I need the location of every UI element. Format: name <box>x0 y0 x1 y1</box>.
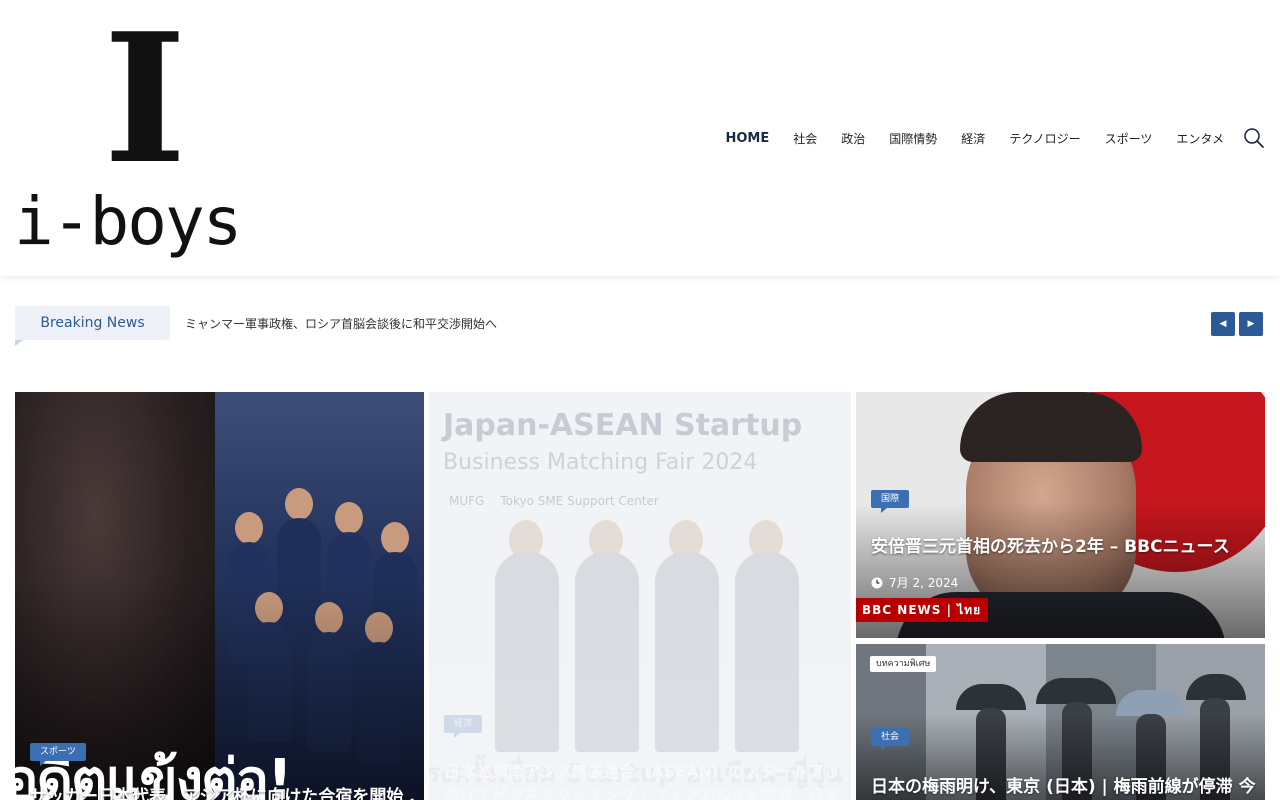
search-icon[interactable] <box>1242 126 1266 150</box>
nav-item-sports[interactable]: スポーツ <box>1105 130 1153 147</box>
card-title[interactable]: 日本の梅雨明け、東京 (日本) | 梅雨前線が停滞 今週はLINE <box>871 772 1256 797</box>
site-header: I i-boys HOME 社会 政治 国際情勢 経済 テクノロジー スポーツ … <box>0 0 1280 276</box>
nav-item-society[interactable]: 社会 <box>793 130 817 147</box>
featured-card-economy[interactable]: Japan-ASEAN Startup Business Matching Fa… <box>429 392 851 800</box>
site-logo[interactable]: I i-boys <box>14 0 274 264</box>
nav-item-technology[interactable]: テクノロジー <box>1009 130 1080 147</box>
nav-item-economy[interactable]: 経済 <box>961 130 985 147</box>
nav-item-world[interactable]: 国際情勢 <box>889 130 937 147</box>
card-title[interactable]: 安倍晋三元首相の死去から2年 – BBCニュース <box>871 532 1256 557</box>
logo-letter: I <box>103 0 186 203</box>
sponsor-logo: Tokyo SME Support Center <box>500 494 659 508</box>
featured-card-world[interactable]: BBC NEWS | ไทย 国際 安倍晋三元首相の死去から2年 – BBCニュ… <box>856 392 1265 638</box>
card-title[interactable]: サッカー日本代表、アジア杯に向けた合宿を開始 … <box>30 782 415 800</box>
special-article-badge: บทความพิเศษ <box>870 656 937 672</box>
logo-wordmark: i-boys <box>14 183 242 260</box>
category-tag[interactable]: 国際 <box>871 490 910 513</box>
ticker-controls: ◀ ▶ <box>1211 312 1263 336</box>
breaking-news-label: Breaking News <box>15 306 170 346</box>
chevron-left-icon[interactable]: ◀ <box>1211 312 1235 336</box>
sponsor-logo: MUFG <box>449 494 485 508</box>
category-tag[interactable]: 社会 <box>871 728 910 751</box>
chevron-right-icon[interactable]: ▶ <box>1239 312 1263 336</box>
sponsor-logos: MUFG Tokyo SME Support Center <box>449 494 659 508</box>
clock-icon <box>871 577 883 588</box>
nav-item-entertainment[interactable]: エンタメ <box>1176 130 1224 147</box>
category-tag[interactable]: 経済 <box>444 715 483 738</box>
featured-card-sports[interactable]: อดีตแข้งต่อ! スポーツ サッカー日本代表、アジア杯に向けた合宿を開始… <box>15 392 424 800</box>
nav-item-home[interactable]: HOME <box>726 131 770 146</box>
breaking-news-headline[interactable]: ミャンマー軍事政権、ロシア首脳会談後に和平交渉開始へ <box>185 315 497 332</box>
nav-item-politics[interactable]: 政治 <box>841 130 865 147</box>
breaking-news-ticker: Breaking News ミャンマー軍事政権、ロシア首脳会談後に和平交渉開始へ… <box>15 306 1265 346</box>
card-image-banner-sub: Business Matching Fair 2024 <box>443 450 758 475</box>
card-title[interactable]: 日本と東南アジア諸国連合（ASEAN）のスタートアップ、ASEAN経済統合に <box>444 758 844 782</box>
card-title-line2[interactable]: 向けてビジネスマッチング・フェア2024を開催、日本企業 … <box>444 782 844 800</box>
bbc-news-badge: BBC NEWS | ไทย <box>856 598 988 622</box>
featured-card-society[interactable]: บทความพิเศษ 社会 日本の梅雨明け、東京 (日本) | 梅雨前線が停滞… <box>856 644 1265 800</box>
category-tag[interactable]: スポーツ <box>30 743 86 766</box>
card-date: 7月 2, 2024 <box>871 574 958 591</box>
main-nav: HOME 社会 政治 国際情勢 経済 テクノロジー スポーツ エンタメ <box>726 126 1225 150</box>
date-text: 7月 2, 2024 <box>889 576 959 590</box>
card-image-banner: Japan-ASEAN Startup <box>443 408 803 443</box>
